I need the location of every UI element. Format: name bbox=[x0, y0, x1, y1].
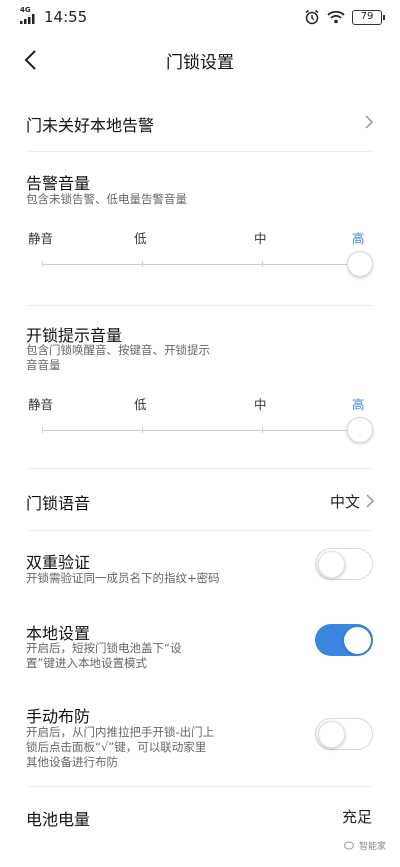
wifi-icon bbox=[327, 10, 345, 24]
slider-tick bbox=[142, 427, 143, 433]
local-settings-description-line2: 置”键进入本地设置模式 bbox=[26, 656, 147, 670]
signal-icon bbox=[20, 14, 35, 24]
alarm-level-high[interactable]: 高 bbox=[352, 228, 365, 247]
unlock-level-mid[interactable]: 中 bbox=[254, 394, 267, 413]
slider-tick bbox=[142, 261, 143, 267]
unlock-volume-slider-thumb[interactable] bbox=[347, 417, 373, 443]
header: 门锁设置 bbox=[0, 40, 400, 82]
slider-tick bbox=[262, 427, 263, 433]
dual-verify-title: 双重验证 bbox=[26, 553, 91, 572]
battery-level-label: 电池电量 bbox=[26, 810, 91, 829]
dual-verify-description: 开锁需验证同一成员名下的指纹+密码 bbox=[26, 571, 220, 585]
battery-icon: 79 bbox=[352, 9, 385, 25]
alarm-level-mid[interactable]: 中 bbox=[254, 228, 267, 247]
alarm-level-low[interactable]: 低 bbox=[134, 228, 147, 247]
manual-arm-description-line3: 其他设备进行布防 bbox=[26, 755, 118, 769]
watermark-text: 智能家 bbox=[358, 842, 386, 852]
door-unclosed-alarm-item[interactable]: 门未关好本地告警 bbox=[26, 112, 154, 136]
status-bar: 4G 14:55 79 bbox=[0, 0, 400, 34]
manual-arm-description-line1: 开启后，从门内推拉把手开锁-出门上 bbox=[26, 725, 215, 739]
clock: 14:55 bbox=[44, 8, 88, 26]
watermark: 智能家 bbox=[343, 839, 386, 852]
lock-voice-value: 中文 bbox=[330, 493, 361, 511]
chevron-right-icon[interactable] bbox=[365, 493, 375, 509]
unlock-volume-description-line2: 音音量 bbox=[26, 358, 61, 372]
unlock-level-high[interactable]: 高 bbox=[352, 394, 365, 413]
toggle-knob bbox=[343, 626, 371, 654]
alarm-volume-slider-thumb[interactable] bbox=[347, 251, 373, 277]
battery-level-value: 充足 bbox=[342, 808, 373, 826]
local-settings-toggle[interactable] bbox=[315, 624, 373, 656]
chevron-right-icon[interactable] bbox=[364, 114, 374, 130]
toggle-knob bbox=[318, 550, 345, 578]
divider bbox=[26, 305, 374, 306]
alarm-level-mute[interactable]: 静音 bbox=[28, 228, 53, 247]
alarm-volume-description: 包含未锁告警、低电量告警音量 bbox=[26, 192, 187, 206]
unlock-volume-slider[interactable] bbox=[42, 427, 360, 433]
local-settings-description-line1: 开启后，短按门锁电池盖下“设 bbox=[26, 641, 182, 655]
lock-voice-item[interactable]: 门锁语音 bbox=[26, 490, 90, 514]
divider bbox=[26, 530, 374, 531]
unlock-level-low[interactable]: 低 bbox=[134, 394, 147, 413]
manual-arm-description-line2: 锁后点击面板“√”键，可以联动家里 bbox=[26, 740, 207, 754]
divider bbox=[26, 468, 374, 469]
toggle-knob bbox=[318, 720, 345, 748]
wechat-logo-icon bbox=[343, 841, 354, 849]
manual-arm-title: 手动布防 bbox=[26, 707, 91, 726]
divider bbox=[26, 151, 374, 152]
divider bbox=[26, 786, 374, 787]
slider-tick bbox=[42, 427, 43, 433]
alarm-volume-title: 告警音量 bbox=[26, 174, 91, 193]
page-title: 门锁设置 bbox=[166, 53, 234, 73]
alarm-clock-icon bbox=[305, 9, 319, 25]
alarm-volume-slider[interactable] bbox=[42, 261, 360, 267]
manual-arm-toggle[interactable] bbox=[315, 718, 373, 750]
dual-verify-toggle[interactable] bbox=[315, 548, 373, 580]
slider-tick bbox=[262, 261, 263, 267]
slider-tick bbox=[42, 261, 43, 267]
network-type: 4G bbox=[20, 6, 31, 14]
unlock-level-mute[interactable]: 静音 bbox=[28, 394, 53, 413]
unlock-volume-description-line1: 包含门锁唤醒音、按键音、开锁提示 bbox=[26, 343, 210, 357]
